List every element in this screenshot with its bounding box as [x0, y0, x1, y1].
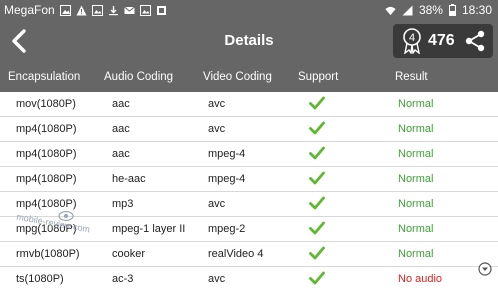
column-header-result: Result	[395, 71, 428, 83]
encapsulation-cell: mp4(1080P)	[16, 173, 77, 185]
clock: 18:30	[461, 3, 492, 17]
photo-notification-icon	[59, 4, 71, 16]
encapsulation-cell: mov(1080P)	[16, 98, 76, 110]
app-bar: Details 4 476	[0, 20, 498, 62]
mail-notification-icon	[123, 6, 135, 14]
audio-coding-cell: aac	[112, 148, 130, 160]
video-coding-cell: realVideo 4	[208, 248, 264, 260]
check-icon	[309, 271, 325, 285]
table-row: mp4(1080P) aac mpeg-4 Normal	[0, 142, 498, 167]
video-coding-cell: mpeg-4	[208, 173, 246, 185]
box-notification-icon	[156, 5, 166, 15]
check-icon	[309, 171, 325, 185]
image-notification-icon-2	[139, 4, 151, 16]
audio-coding-cell: aac	[112, 123, 130, 135]
share-icon[interactable]	[464, 30, 486, 52]
table-header: Encapsulation Audio Coding Video Coding …	[0, 62, 498, 92]
check-icon	[309, 121, 325, 135]
table-row: ts(1080P) ac-3 avc No audio	[0, 267, 498, 291]
result-cell: Normal	[398, 148, 434, 160]
check-icon	[309, 96, 325, 110]
video-coding-cell: mpeg-4	[208, 148, 246, 160]
video-coding-cell: avc	[208, 198, 226, 210]
result-cell: No audio	[398, 273, 443, 285]
video-coding-cell: avc	[208, 123, 226, 135]
wifi-icon	[385, 6, 396, 15]
result-cell: Normal	[398, 98, 434, 110]
result-cell: Normal	[398, 173, 434, 185]
encapsulation-cell: mp4(1080P)	[16, 123, 77, 135]
table-row: mp4(1080P) he-aac mpeg-4 Normal	[0, 167, 498, 192]
signal-icon	[402, 5, 413, 15]
score-value: 476	[428, 32, 455, 49]
audio-coding-cell: mpeg-1 layer II	[112, 223, 186, 235]
image-notification-icon	[91, 4, 103, 16]
encapsulation-cell: mp4(1080P)	[16, 198, 77, 210]
result-cell: Normal	[398, 198, 434, 210]
column-header-encapsulation: Encapsulation	[8, 71, 81, 83]
audio-coding-cell: mp3	[112, 198, 134, 210]
table-row: rmvb(1080P) cooker realVideo 4 Normal	[0, 242, 498, 267]
encapsulation-cell: mp4(1080P)	[16, 148, 77, 160]
video-coding-cell: avc	[208, 273, 226, 285]
result-cell: Normal	[398, 223, 434, 235]
score-badge: 4 476	[393, 24, 493, 58]
download-notification-icon	[108, 5, 118, 15]
column-header-support: Support	[298, 71, 339, 83]
warning-notification-icon	[76, 5, 87, 15]
table-row: mp4(1080P) mp3 avc Normal	[0, 192, 498, 217]
audio-coding-cell: aac	[112, 98, 130, 110]
check-icon	[309, 146, 325, 160]
column-header-video-coding: Video Coding	[203, 71, 272, 83]
table-row: mp4(1080P) aac avc Normal	[0, 117, 498, 142]
encapsulation-cell: ts(1080P)	[16, 273, 64, 285]
audio-coding-cell: he-aac	[112, 173, 146, 185]
battery-icon	[448, 4, 456, 16]
encapsulation-cell: rmvb(1080P)	[16, 248, 80, 260]
medal-icon: 4	[403, 28, 421, 54]
status-bar: MegaFon 38% 18:30	[0, 0, 498, 20]
result-cell: Normal	[398, 123, 434, 135]
carrier-name: MegaFon	[4, 3, 55, 17]
scroll-down-icon[interactable]	[478, 262, 492, 276]
check-icon	[309, 221, 325, 235]
battery-percent: 38%	[418, 3, 443, 17]
column-header-audio-coding: Audio Coding	[104, 71, 174, 83]
audio-coding-cell: ac-3	[112, 273, 134, 285]
svg-text:4: 4	[409, 32, 415, 44]
check-icon	[309, 246, 325, 260]
audio-coding-cell: cooker	[112, 248, 146, 260]
result-cell: Normal	[398, 248, 434, 260]
video-coding-cell: mpeg-2	[208, 223, 246, 235]
table-row: mov(1080P) aac avc Normal	[0, 92, 498, 117]
check-icon	[309, 196, 325, 210]
video-coding-cell: avc	[208, 98, 226, 110]
